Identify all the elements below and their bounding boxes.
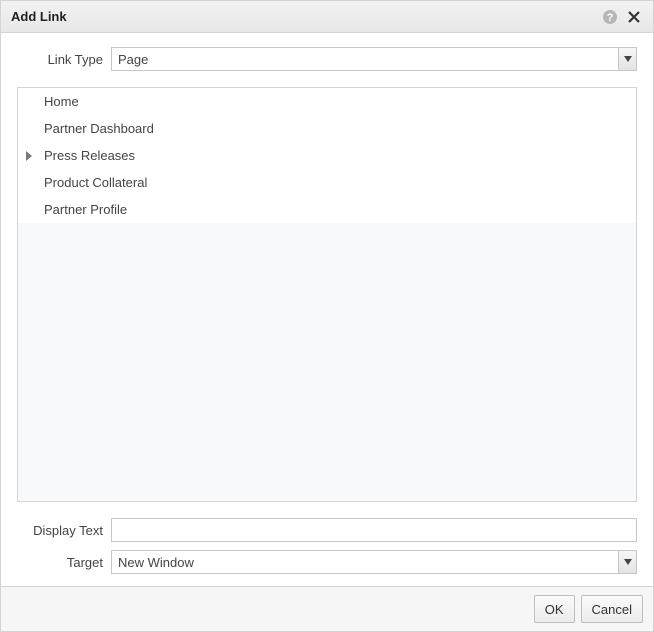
- tree-item-partner-profile[interactable]: Partner Profile: [18, 196, 636, 223]
- add-link-dialog: Add Link ? Link Type Page: [0, 0, 654, 632]
- close-icon[interactable]: [625, 8, 643, 26]
- target-row: Target New Window: [17, 550, 637, 574]
- link-type-value: Page: [112, 52, 618, 67]
- target-select[interactable]: New Window: [111, 550, 637, 574]
- target-value: New Window: [112, 555, 618, 570]
- dialog-titlebar: Add Link ?: [1, 1, 653, 33]
- bottom-form: Display Text Target New Window: [17, 502, 637, 580]
- tree-item-label: Partner Dashboard: [44, 121, 154, 136]
- tree-item-partner-dashboard[interactable]: Partner Dashboard: [18, 115, 636, 142]
- tree-item-home[interactable]: Home: [18, 88, 636, 115]
- page-tree-panel: Home Partner Dashboard Press Releases Pr…: [17, 87, 637, 502]
- tree-item-label: Home: [44, 94, 79, 109]
- dialog-title: Add Link: [11, 9, 595, 24]
- chevron-down-icon[interactable]: [618, 551, 636, 573]
- tree-item-label: Partner Profile: [44, 202, 127, 217]
- tree-item-product-collateral[interactable]: Product Collateral: [18, 169, 636, 196]
- ok-button[interactable]: OK: [534, 595, 575, 623]
- display-text-input[interactable]: [111, 518, 637, 542]
- target-label: Target: [17, 555, 111, 570]
- page-tree-items: Home Partner Dashboard Press Releases Pr…: [18, 88, 636, 223]
- link-type-label: Link Type: [17, 52, 111, 67]
- cancel-button[interactable]: Cancel: [581, 595, 643, 623]
- tree-item-label: Press Releases: [44, 148, 135, 163]
- display-text-label: Display Text: [17, 523, 111, 538]
- dialog-content: Link Type Page Home Partner Dashboard: [1, 33, 653, 586]
- expand-icon[interactable]: [26, 151, 34, 161]
- link-type-select[interactable]: Page: [111, 47, 637, 71]
- svg-text:?: ?: [607, 12, 614, 24]
- chevron-down-icon[interactable]: [618, 48, 636, 70]
- link-type-row: Link Type Page: [17, 47, 637, 71]
- help-icon[interactable]: ?: [601, 8, 619, 26]
- dialog-button-row: OK Cancel: [1, 586, 653, 631]
- display-text-row: Display Text: [17, 518, 637, 542]
- tree-item-label: Product Collateral: [44, 175, 147, 190]
- tree-item-press-releases[interactable]: Press Releases: [18, 142, 636, 169]
